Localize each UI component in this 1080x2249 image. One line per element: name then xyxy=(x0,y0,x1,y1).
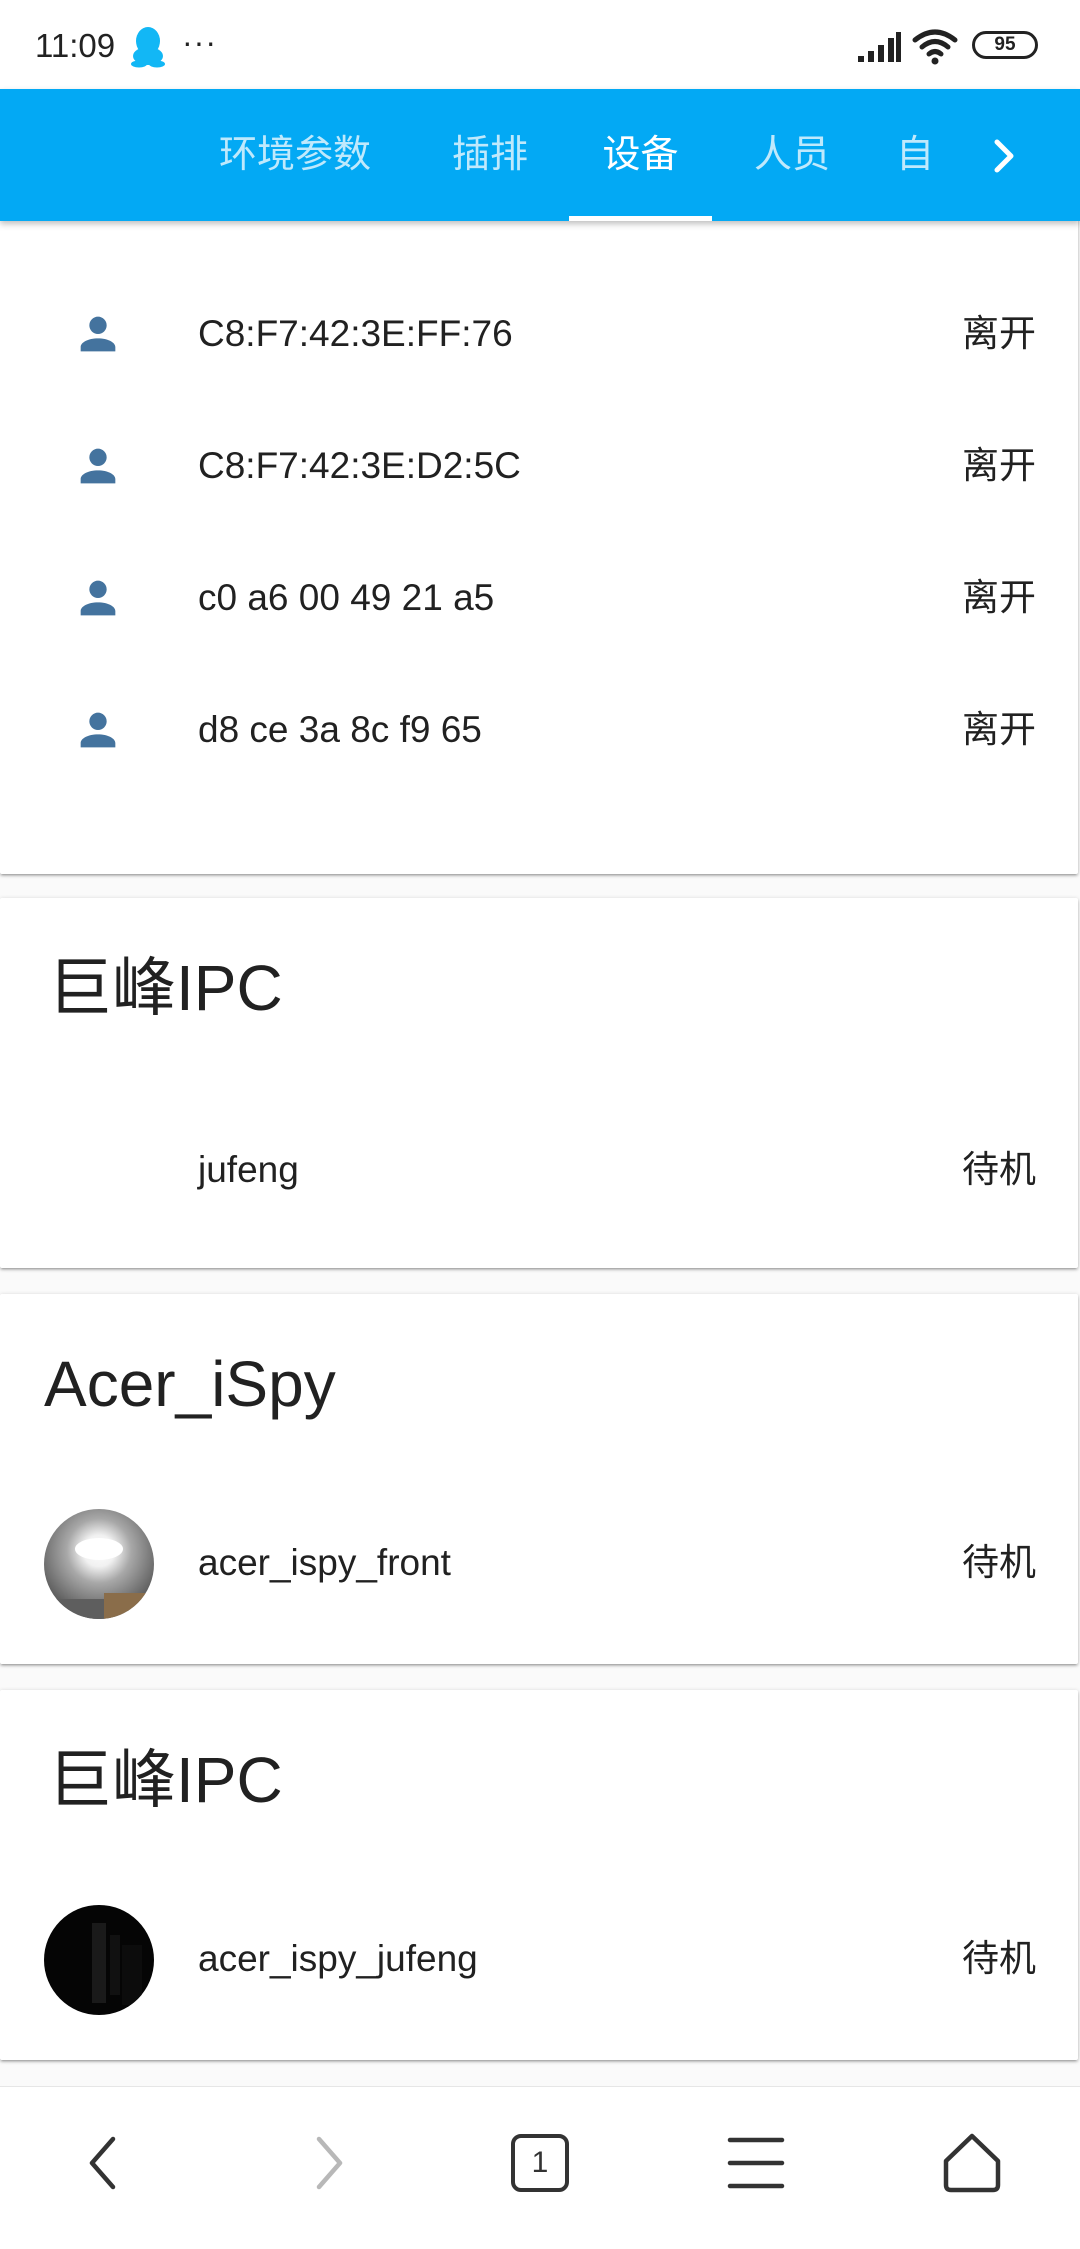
wifi-icon xyxy=(912,28,958,66)
account-icon xyxy=(80,580,116,616)
device-name: acer_ispy_front xyxy=(198,1542,451,1583)
device-state: 待机 xyxy=(962,1149,1036,1190)
qq-icon xyxy=(128,26,168,68)
list-item[interactable]: C8:F7:42:3E:FF:76 离开 xyxy=(0,268,1078,400)
device-state: 待机 xyxy=(962,1938,1036,1979)
device-state: 离开 xyxy=(962,445,1036,486)
list-item[interactable]: c0 a6 00 49 21 a5 离开 xyxy=(0,532,1078,664)
tabs-button[interactable]: 1 xyxy=(500,2123,580,2203)
tab-environment[interactable]: 环境参数 xyxy=(210,89,380,221)
device-name: acer_ispy_jufeng xyxy=(198,1938,478,1979)
device-tracker-card: 84:F3:EB:9E:16:CF 离开 C8:F7:42:3E:FF:76 离… xyxy=(0,221,1078,874)
device-name: C8:F7:42:3E:D2:5C xyxy=(198,445,521,486)
home-button[interactable] xyxy=(932,2123,1012,2203)
forward-button[interactable] xyxy=(286,2123,366,2203)
menu-icon xyxy=(727,2137,785,2189)
app-bar: 环境参数 插排 设备 人员 自 xyxy=(0,89,1080,221)
back-icon xyxy=(89,2136,116,2190)
back-button[interactable] xyxy=(66,2123,146,2203)
device-name: C8:F7:42:3E:FF:76 xyxy=(198,313,513,354)
account-icon xyxy=(80,448,116,484)
status-more-icon: ··· xyxy=(182,24,217,60)
card-title: 巨峰IPC xyxy=(48,952,283,1024)
chevron-right-icon xyxy=(994,139,1014,173)
list-item[interactable]: acer_ispy_front 待机 xyxy=(0,1497,1078,1629)
tab-people[interactable]: 人员 xyxy=(730,89,854,221)
acer-ispy-card: Acer_iSpy acer_ispy_front 待机 xyxy=(0,1294,1078,1664)
home-icon xyxy=(943,2133,1001,2193)
list-item[interactable]: 84:F3:EB:9E:16:CF 离开 xyxy=(0,221,1078,268)
device-list: 84:F3:EB:9E:16:CF 离开 C8:F7:42:3E:FF:76 离… xyxy=(0,221,1080,2086)
tab-devices[interactable]: 设备 xyxy=(569,89,712,221)
device-name: c0 a6 00 49 21 a5 xyxy=(198,577,495,618)
list-item[interactable]: d8 ce 3a 8c f9 65 离开 xyxy=(0,664,1078,796)
active-tab-indicator xyxy=(569,216,712,221)
device-state: 待机 xyxy=(962,1542,1036,1583)
device-name: 84:F3:EB:9E:16:CF xyxy=(198,221,519,268)
device-state: 离开 xyxy=(962,221,1036,268)
battery-icon: 95 xyxy=(972,31,1038,59)
list-item[interactable]: acer_ispy_jufeng 待机 xyxy=(0,1893,1078,2025)
browser-bottom-bar: 1 xyxy=(0,2086,1080,2249)
device-name: d8 ce 3a 8c f9 65 xyxy=(198,709,482,750)
menu-button[interactable] xyxy=(716,2123,796,2203)
status-bar: 11:09 ··· 95 xyxy=(0,0,1080,89)
list-item[interactable]: jufeng 待机 xyxy=(0,1104,1078,1236)
account-icon xyxy=(72,221,124,228)
device-state: 离开 xyxy=(962,313,1036,354)
ipc-card: 巨峰IPC acer_ispy_jufeng 待机 xyxy=(0,1690,1078,2060)
account-icon xyxy=(80,712,116,748)
ipc-card: 巨峰IPC jufeng 待机 xyxy=(0,898,1078,1268)
scroll-tabs-right-button[interactable] xyxy=(960,89,1048,221)
forward-icon xyxy=(316,2136,343,2190)
device-name: jufeng xyxy=(198,1149,299,1190)
camera-thumbnail[interactable] xyxy=(44,1905,154,2015)
tab-power-strip[interactable]: 插排 xyxy=(430,89,550,221)
camera-thumbnail[interactable] xyxy=(44,1509,154,1619)
account-icon xyxy=(80,316,116,352)
status-time: 11:09 xyxy=(35,27,116,64)
card-title: 巨峰IPC xyxy=(48,1744,283,1816)
cellular-signal-icon xyxy=(856,30,902,64)
device-state: 离开 xyxy=(962,709,1036,750)
tab-count: 1 xyxy=(531,2146,549,2179)
device-state: 离开 xyxy=(962,577,1036,618)
list-item[interactable]: C8:F7:42:3E:D2:5C 离开 xyxy=(0,400,1078,532)
card-title: Acer_iSpy xyxy=(44,1348,336,1420)
